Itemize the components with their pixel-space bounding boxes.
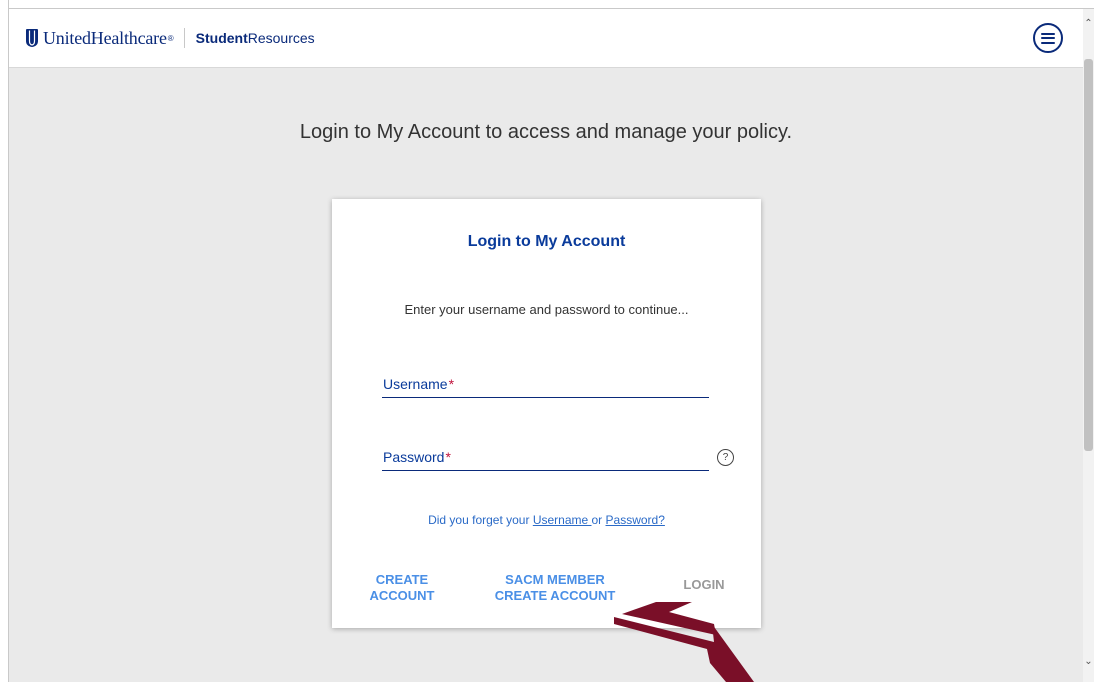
password-help-icon[interactable]: ?: [717, 449, 734, 466]
top-window-edge: [0, 0, 1094, 9]
pointer-arrow-icon: [614, 602, 754, 682]
login-button[interactable]: LOGIN: [669, 577, 739, 593]
main-content: Login to My Account to access and manage…: [9, 68, 1083, 682]
required-marker: *: [445, 449, 451, 465]
page-intro-text: Login to My Account to access and manage…: [299, 121, 793, 143]
forgot-password-link[interactable]: Password?: [606, 513, 665, 527]
hamburger-menu-icon: [1041, 32, 1055, 44]
shield-logo-icon: [26, 29, 38, 47]
brand-name: UnitedHealthcare: [43, 27, 167, 48]
create-account-button[interactable]: CREATE ACCOUNT: [362, 572, 442, 604]
scroll-down-icon[interactable]: ⌄: [1083, 655, 1094, 669]
forgot-credentials-text: Did you forget your Username or Password…: [428, 513, 665, 527]
password-label: Password*: [383, 449, 451, 465]
sacm-member-create-account-button[interactable]: SACM MEMBER CREATE ACCOUNT: [480, 572, 630, 604]
forgot-username-link[interactable]: Username: [533, 513, 592, 527]
login-instructions: Enter your username and password to cont…: [404, 302, 689, 317]
username-label: Username*: [383, 376, 455, 392]
product-name-bold: Student: [195, 30, 248, 46]
password-field[interactable]: Password*: [382, 446, 709, 471]
left-window-edge: [0, 0, 9, 682]
logo-divider: [183, 28, 185, 48]
scrollbar-thumb[interactable]: [1084, 59, 1093, 451]
required-marker: *: [448, 376, 455, 392]
vertical-scrollbar[interactable]: ⌃ ⌄: [1083, 9, 1094, 682]
brand-registered-mark: ®: [167, 33, 174, 43]
scroll-up-icon[interactable]: ⌃: [1083, 17, 1094, 31]
brand-logo[interactable]: UnitedHealthcare ® Student Resources: [25, 26, 315, 50]
username-field[interactable]: Username*: [382, 373, 709, 398]
site-header: UnitedHealthcare ® Student Resources: [9, 9, 1083, 68]
browser-frame: UnitedHealthcare ® Student Resources Logi…: [0, 0, 1094, 682]
login-card-title: Login to My Account: [467, 233, 626, 250]
menu-button[interactable]: [1033, 23, 1063, 53]
login-card: Login to My Account Enter your username …: [332, 199, 761, 628]
product-name-light: Resources: [247, 30, 315, 46]
